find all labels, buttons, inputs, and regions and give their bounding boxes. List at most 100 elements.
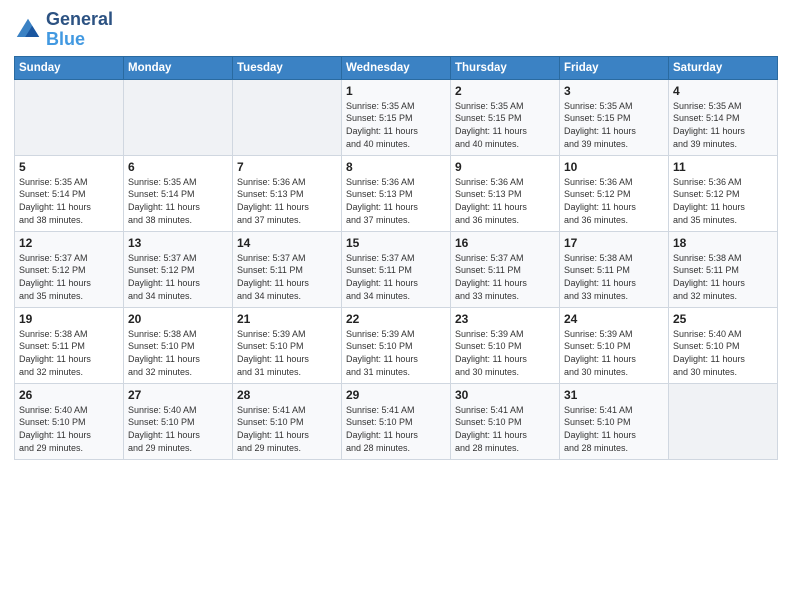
day-number: 3 [564, 83, 664, 99]
cell-info: Sunrise: 5:39 AM Sunset: 5:10 PM Dayligh… [237, 328, 337, 378]
day-number: 8 [346, 159, 446, 175]
day-number: 15 [346, 235, 446, 251]
calendar-cell: 11Sunrise: 5:36 AM Sunset: 5:12 PM Dayli… [669, 155, 778, 231]
page: General Blue SundayMondayTuesdayWednesda… [0, 0, 792, 612]
day-number: 19 [19, 311, 119, 327]
cell-info: Sunrise: 5:38 AM Sunset: 5:11 PM Dayligh… [673, 252, 773, 302]
day-number: 25 [673, 311, 773, 327]
calendar-cell [124, 79, 233, 155]
day-number: 13 [128, 235, 228, 251]
day-header: Wednesday [342, 56, 451, 79]
calendar-cell: 2Sunrise: 5:35 AM Sunset: 5:15 PM Daylig… [451, 79, 560, 155]
cell-info: Sunrise: 5:38 AM Sunset: 5:10 PM Dayligh… [128, 328, 228, 378]
calendar-cell: 10Sunrise: 5:36 AM Sunset: 5:12 PM Dayli… [560, 155, 669, 231]
calendar-cell: 20Sunrise: 5:38 AM Sunset: 5:10 PM Dayli… [124, 307, 233, 383]
calendar-cell: 22Sunrise: 5:39 AM Sunset: 5:10 PM Dayli… [342, 307, 451, 383]
calendar-week: 12Sunrise: 5:37 AM Sunset: 5:12 PM Dayli… [15, 231, 778, 307]
cell-info: Sunrise: 5:36 AM Sunset: 5:12 PM Dayligh… [564, 176, 664, 226]
calendar-cell: 27Sunrise: 5:40 AM Sunset: 5:10 PM Dayli… [124, 383, 233, 459]
day-header: Tuesday [233, 56, 342, 79]
cell-info: Sunrise: 5:36 AM Sunset: 5:13 PM Dayligh… [237, 176, 337, 226]
calendar-cell: 16Sunrise: 5:37 AM Sunset: 5:11 PM Dayli… [451, 231, 560, 307]
cell-info: Sunrise: 5:35 AM Sunset: 5:14 PM Dayligh… [673, 100, 773, 150]
day-number: 2 [455, 83, 555, 99]
calendar-week: 19Sunrise: 5:38 AM Sunset: 5:11 PM Dayli… [15, 307, 778, 383]
calendar-cell: 13Sunrise: 5:37 AM Sunset: 5:12 PM Dayli… [124, 231, 233, 307]
day-number: 6 [128, 159, 228, 175]
cell-info: Sunrise: 5:35 AM Sunset: 5:15 PM Dayligh… [455, 100, 555, 150]
calendar-cell: 25Sunrise: 5:40 AM Sunset: 5:10 PM Dayli… [669, 307, 778, 383]
day-number: 1 [346, 83, 446, 99]
calendar-cell: 24Sunrise: 5:39 AM Sunset: 5:10 PM Dayli… [560, 307, 669, 383]
calendar-cell: 12Sunrise: 5:37 AM Sunset: 5:12 PM Dayli… [15, 231, 124, 307]
calendar-cell: 9Sunrise: 5:36 AM Sunset: 5:13 PM Daylig… [451, 155, 560, 231]
day-header: Monday [124, 56, 233, 79]
calendar-cell: 4Sunrise: 5:35 AM Sunset: 5:14 PM Daylig… [669, 79, 778, 155]
calendar-table: SundayMondayTuesdayWednesdayThursdayFrid… [14, 56, 778, 460]
cell-info: Sunrise: 5:35 AM Sunset: 5:15 PM Dayligh… [564, 100, 664, 150]
cell-info: Sunrise: 5:37 AM Sunset: 5:12 PM Dayligh… [19, 252, 119, 302]
cell-info: Sunrise: 5:35 AM Sunset: 5:15 PM Dayligh… [346, 100, 446, 150]
day-number: 5 [19, 159, 119, 175]
day-number: 7 [237, 159, 337, 175]
day-number: 10 [564, 159, 664, 175]
cell-info: Sunrise: 5:39 AM Sunset: 5:10 PM Dayligh… [455, 328, 555, 378]
calendar-cell: 26Sunrise: 5:40 AM Sunset: 5:10 PM Dayli… [15, 383, 124, 459]
calendar-cell: 17Sunrise: 5:38 AM Sunset: 5:11 PM Dayli… [560, 231, 669, 307]
cell-info: Sunrise: 5:41 AM Sunset: 5:10 PM Dayligh… [237, 404, 337, 454]
calendar-cell: 28Sunrise: 5:41 AM Sunset: 5:10 PM Dayli… [233, 383, 342, 459]
calendar-cell: 1Sunrise: 5:35 AM Sunset: 5:15 PM Daylig… [342, 79, 451, 155]
cell-info: Sunrise: 5:40 AM Sunset: 5:10 PM Dayligh… [673, 328, 773, 378]
day-header: Sunday [15, 56, 124, 79]
calendar-week: 5Sunrise: 5:35 AM Sunset: 5:14 PM Daylig… [15, 155, 778, 231]
cell-info: Sunrise: 5:39 AM Sunset: 5:10 PM Dayligh… [346, 328, 446, 378]
calendar-cell: 8Sunrise: 5:36 AM Sunset: 5:13 PM Daylig… [342, 155, 451, 231]
day-number: 31 [564, 387, 664, 403]
day-header: Friday [560, 56, 669, 79]
calendar-cell: 15Sunrise: 5:37 AM Sunset: 5:11 PM Dayli… [342, 231, 451, 307]
calendar-week: 26Sunrise: 5:40 AM Sunset: 5:10 PM Dayli… [15, 383, 778, 459]
logo: General Blue [14, 10, 113, 50]
day-number: 23 [455, 311, 555, 327]
calendar-cell: 3Sunrise: 5:35 AM Sunset: 5:15 PM Daylig… [560, 79, 669, 155]
cell-info: Sunrise: 5:37 AM Sunset: 5:12 PM Dayligh… [128, 252, 228, 302]
cell-info: Sunrise: 5:36 AM Sunset: 5:13 PM Dayligh… [346, 176, 446, 226]
cell-info: Sunrise: 5:41 AM Sunset: 5:10 PM Dayligh… [346, 404, 446, 454]
cell-info: Sunrise: 5:39 AM Sunset: 5:10 PM Dayligh… [564, 328, 664, 378]
cell-info: Sunrise: 5:35 AM Sunset: 5:14 PM Dayligh… [128, 176, 228, 226]
cell-info: Sunrise: 5:40 AM Sunset: 5:10 PM Dayligh… [128, 404, 228, 454]
cell-info: Sunrise: 5:36 AM Sunset: 5:13 PM Dayligh… [455, 176, 555, 226]
cell-info: Sunrise: 5:38 AM Sunset: 5:11 PM Dayligh… [564, 252, 664, 302]
logo-text: General Blue [46, 10, 113, 50]
cell-info: Sunrise: 5:35 AM Sunset: 5:14 PM Dayligh… [19, 176, 119, 226]
calendar-week: 1Sunrise: 5:35 AM Sunset: 5:15 PM Daylig… [15, 79, 778, 155]
day-header: Saturday [669, 56, 778, 79]
day-number: 21 [237, 311, 337, 327]
calendar-cell: 18Sunrise: 5:38 AM Sunset: 5:11 PM Dayli… [669, 231, 778, 307]
day-number: 20 [128, 311, 228, 327]
calendar-cell: 30Sunrise: 5:41 AM Sunset: 5:10 PM Dayli… [451, 383, 560, 459]
calendar-cell: 7Sunrise: 5:36 AM Sunset: 5:13 PM Daylig… [233, 155, 342, 231]
day-number: 4 [673, 83, 773, 99]
calendar-cell [233, 79, 342, 155]
calendar-cell: 19Sunrise: 5:38 AM Sunset: 5:11 PM Dayli… [15, 307, 124, 383]
day-number: 12 [19, 235, 119, 251]
cell-info: Sunrise: 5:38 AM Sunset: 5:11 PM Dayligh… [19, 328, 119, 378]
day-header: Thursday [451, 56, 560, 79]
cell-info: Sunrise: 5:40 AM Sunset: 5:10 PM Dayligh… [19, 404, 119, 454]
cell-info: Sunrise: 5:36 AM Sunset: 5:12 PM Dayligh… [673, 176, 773, 226]
logo-icon [14, 16, 42, 44]
day-number: 22 [346, 311, 446, 327]
cell-info: Sunrise: 5:37 AM Sunset: 5:11 PM Dayligh… [346, 252, 446, 302]
calendar-cell: 31Sunrise: 5:41 AM Sunset: 5:10 PM Dayli… [560, 383, 669, 459]
calendar-cell: 23Sunrise: 5:39 AM Sunset: 5:10 PM Dayli… [451, 307, 560, 383]
day-number: 30 [455, 387, 555, 403]
calendar-cell: 21Sunrise: 5:39 AM Sunset: 5:10 PM Dayli… [233, 307, 342, 383]
day-number: 28 [237, 387, 337, 403]
day-number: 9 [455, 159, 555, 175]
day-number: 16 [455, 235, 555, 251]
day-number: 17 [564, 235, 664, 251]
cell-info: Sunrise: 5:41 AM Sunset: 5:10 PM Dayligh… [455, 404, 555, 454]
day-number: 11 [673, 159, 773, 175]
calendar-cell [669, 383, 778, 459]
